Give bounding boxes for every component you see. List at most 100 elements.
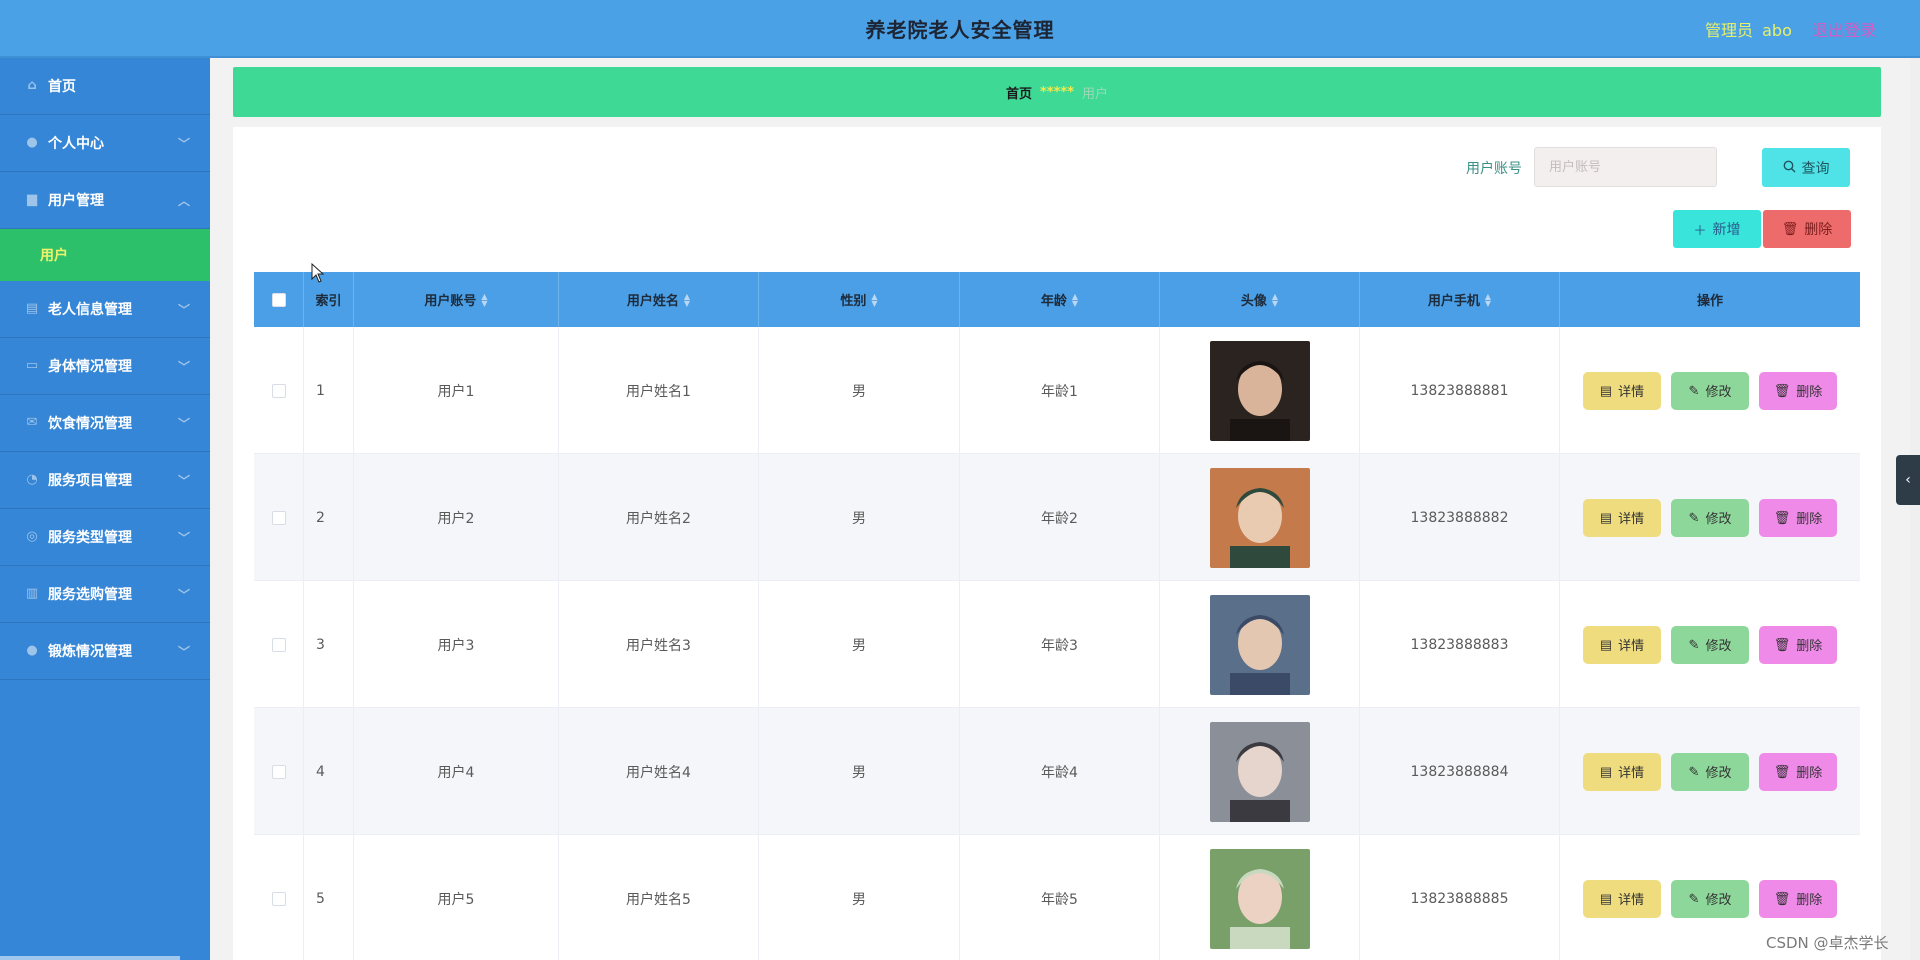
avatar	[1209, 848, 1310, 949]
sidebar-item-home[interactable]: ⌂ 首页	[0, 58, 210, 115]
cell-index: 1	[304, 327, 354, 454]
delete-button[interactable]: 🗑 删除	[1759, 752, 1837, 791]
chevron-up-icon: ︿	[177, 194, 190, 208]
edit-button[interactable]: ✎ 修改	[1671, 752, 1749, 791]
add-button[interactable]: ＋ 新增	[1673, 210, 1761, 248]
header-avatar[interactable]: 头像 ▲ ▼	[1160, 272, 1360, 327]
row-select-cell	[254, 581, 304, 708]
edit-button[interactable]: ✎ 修改	[1671, 498, 1749, 537]
sort-icon[interactable]: ▲ ▼	[871, 292, 877, 307]
sidebar-item-service-items[interactable]: ◔ 服务项目管理 ﹀	[0, 452, 210, 509]
row-select-cell	[254, 327, 304, 454]
select-all-checkbox[interactable]	[271, 292, 286, 307]
edit-label: 修改	[1705, 638, 1732, 653]
cell-index: 2	[304, 454, 354, 581]
detail-label: 详情	[1618, 638, 1645, 653]
header-account[interactable]: 用户账号 ▲ ▼	[354, 272, 559, 327]
edit-button[interactable]: ✎ 修改	[1671, 625, 1749, 664]
row-select-cell	[254, 454, 304, 581]
cell-name: 用户姓名5	[559, 835, 759, 960]
header-actions: 操作	[1560, 272, 1860, 327]
delete-label: 删除	[1796, 765, 1823, 780]
sidebar-item-diet[interactable]: ✉ 饮食情况管理 ﹀	[0, 395, 210, 452]
sidebar-item-user-management[interactable]: ▆ 用户管理 ︿	[0, 172, 210, 229]
search-button[interactable]: 查询	[1762, 148, 1850, 187]
admin-info: 管理员 abo	[1705, 17, 1792, 41]
sort-icon[interactable]: ▲ ▼	[1272, 292, 1278, 307]
detail-button[interactable]: ▤ 详情	[1583, 498, 1661, 537]
cell-age: 年龄4	[960, 708, 1160, 835]
mouse-cursor-icon	[311, 263, 325, 283]
header-phone[interactable]: 用户手机 ▲ ▼	[1360, 272, 1560, 327]
logout-link[interactable]: 退出登录	[1812, 17, 1876, 41]
cell-avatar	[1160, 835, 1360, 960]
detail-button[interactable]: ▤ 详情	[1583, 752, 1661, 791]
detail-button[interactable]: ▤ 详情	[1583, 879, 1661, 918]
document-icon: ▤	[1599, 890, 1613, 906]
bars-icon: ▥	[25, 586, 39, 601]
delete-label: 删除	[1796, 892, 1823, 907]
sort-icon[interactable]: ▲ ▼	[1072, 292, 1078, 307]
chevron-left-icon: ‹	[1905, 472, 1911, 488]
search-label: 用户账号	[1466, 161, 1522, 177]
home-icon: ⌂	[27, 78, 37, 93]
sidebar-item-users[interactable]: 用户	[0, 229, 210, 281]
sidebar-item-service-purchase[interactable]: ▥ 服务选购管理 ﹀	[0, 566, 210, 623]
sidebar-item-label: 身体情况管理	[48, 359, 132, 375]
delete-button[interactable]: 🗑 删除	[1759, 498, 1837, 537]
detail-button[interactable]: ▤ 详情	[1583, 625, 1661, 664]
cell-phone: 13823888884	[1360, 708, 1560, 835]
cell-phone: 13823888885	[1360, 835, 1560, 960]
cell-account: 用户5	[354, 835, 559, 960]
app-title: 养老院老人安全管理	[865, 18, 1055, 42]
cell-index: 5	[304, 835, 354, 960]
table-row: 4 用户4 用户姓名4 男 年龄4 13823888884 ▤ 详情 ✎ 修改 🗑 删…	[254, 708, 1860, 835]
sidebar-item-elder-info[interactable]: ▤ 老人信息管理 ﹀	[0, 281, 210, 338]
delete-button[interactable]: 🗑 删除	[1759, 879, 1837, 918]
sidebar-item-health[interactable]: ▭ 身体情况管理 ﹀	[0, 338, 210, 395]
row-checkbox[interactable]	[271, 764, 286, 779]
header-age[interactable]: 年龄 ▲ ▼	[960, 272, 1160, 327]
sidebar-item-service-types[interactable]: ◎ 服务类型管理 ﹀	[0, 509, 210, 566]
delete-label: 删除	[1796, 384, 1823, 399]
cell-gender: 男	[759, 454, 960, 581]
sort-icon[interactable]: ▲ ▼	[684, 292, 690, 307]
edit-button[interactable]: ✎ 修改	[1671, 879, 1749, 918]
delete-button[interactable]: 🗑 删除	[1759, 371, 1837, 410]
cell-name: 用户姓名3	[559, 581, 759, 708]
breadcrumb-home[interactable]: 首页	[1006, 83, 1032, 102]
chat-icon: ▭	[25, 358, 39, 373]
cell-index: 3	[304, 581, 354, 708]
row-checkbox[interactable]	[271, 637, 286, 652]
sidebar-item-personal-center[interactable]: ● 个人中心 ﹀	[0, 115, 210, 172]
trash-icon: 🗑	[1773, 890, 1791, 906]
sidebar-item-label: 服务选购管理	[48, 587, 132, 603]
cell-gender: 男	[759, 708, 960, 835]
sort-icon[interactable]: ▲ ▼	[1485, 292, 1491, 307]
chevron-down-icon: ﹀	[177, 588, 190, 602]
pencil-icon: ✎	[1688, 763, 1700, 779]
row-select-cell	[254, 708, 304, 835]
page-scrollbar[interactable]	[1910, 58, 1920, 960]
cell-actions: ▤ 详情 ✎ 修改 🗑 删除	[1560, 454, 1860, 581]
collapse-toggle[interactable]: ‹	[1896, 455, 1920, 505]
sidebar-item-exercise[interactable]: ● 锻炼情况管理 ﹀	[0, 623, 210, 680]
chart-icon: ▤	[25, 301, 39, 316]
header-gender[interactable]: 性别 ▲ ▼	[759, 272, 960, 327]
batch-delete-button[interactable]: 🗑 删除	[1763, 210, 1851, 248]
delete-button[interactable]: 🗑 删除	[1759, 625, 1837, 664]
pencil-icon: ✎	[1688, 636, 1700, 652]
table-body: 1 用户1 用户姓名1 男 年龄1 13823888881 ▤ 详情 ✎ 修改 🗑 删…	[254, 327, 1860, 960]
row-checkbox[interactable]	[271, 891, 286, 906]
search-input[interactable]	[1534, 147, 1717, 187]
row-checkbox[interactable]	[271, 510, 286, 525]
edit-button[interactable]: ✎ 修改	[1671, 371, 1749, 410]
sidebar: ⌂ 首页 ● 个人中心 ﹀ ▆ 用户管理 ︿ 用户 ▤ 老人信息管理 ﹀ ▭ 身…	[0, 58, 210, 960]
avatar	[1209, 340, 1310, 441]
sort-icon[interactable]: ▲ ▼	[481, 292, 487, 307]
detail-button[interactable]: ▤ 详情	[1583, 371, 1661, 410]
header-name[interactable]: 用户姓名 ▲ ▼	[559, 272, 759, 327]
sidebar-scrollbar[interactable]	[0, 956, 180, 960]
row-checkbox[interactable]	[271, 383, 286, 398]
cell-gender: 男	[759, 835, 960, 960]
